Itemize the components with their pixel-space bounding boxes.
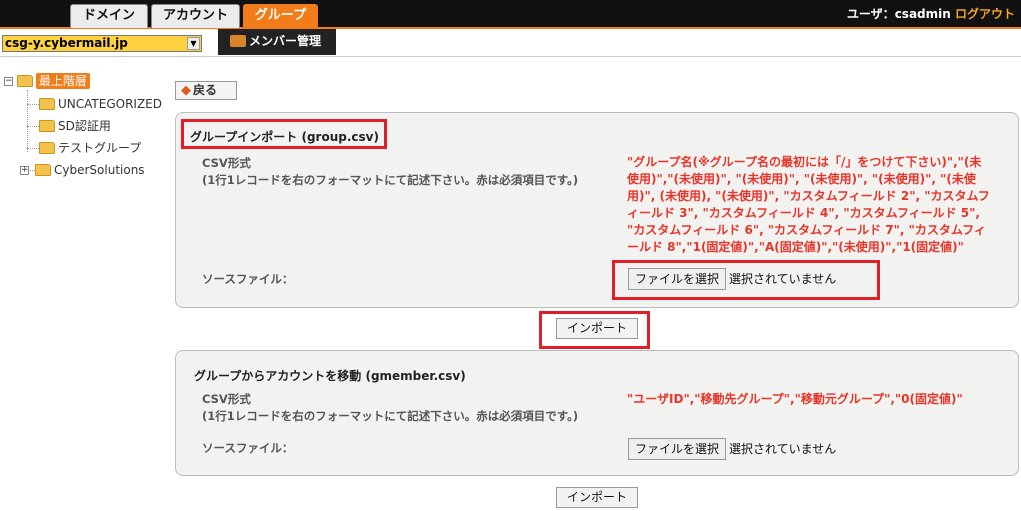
tree-item-label[interactable]: UNCATEGORIZED [58,97,162,111]
arrow-left-icon: ◆ [181,83,191,98]
tree-item[interactable]: UNCATEGORIZED [39,95,162,113]
collapse-icon[interactable]: − [4,77,13,86]
csv-format-line: ールド 8","1(固定値)","A(固定値)","(未使用)","1(固定値)… [627,240,964,254]
tree-connector [27,148,39,149]
back-button[interactable]: ◆ 戻る [175,81,237,100]
highlight-box [612,260,880,300]
expand-icon[interactable]: + [20,166,29,175]
csv-format-note: (1行1レコードを右のフォーマットにて記述下さい。赤は必須項目です。) [202,409,579,423]
tree-item[interactable]: + CyberSolutions [20,161,145,179]
tree-item-label[interactable]: SD認証用 [58,119,111,133]
highlight-box [539,311,650,349]
folder-icon [39,142,55,154]
csv-format-line: "グループ名(※グループ名の最初には「/」をつけて下さい)","(未 [627,155,982,169]
tab-domain[interactable]: ドメイン [70,4,148,28]
highlight-box [181,119,387,149]
tree-root-label[interactable]: 最上階層 [35,73,90,89]
no-file-selected-text: 選択されていません [729,442,837,456]
chevron-down-icon[interactable]: ▼ [187,37,200,50]
member-import-button[interactable]: インポート [556,487,639,508]
source-file-label: ソースファイル： [202,272,294,286]
user-info: ユーザ：csadmin ログアウト [847,5,1015,22]
member-move-title: グループからアカウントを移動 (gmember.csv) [194,369,466,383]
folder-icon [39,120,55,132]
csv-format-note: (1行1レコードを右のフォーマットにて記述下さい。赤は必須項目です。) [202,173,579,187]
tab-group[interactable]: グループ [243,4,318,28]
tree-item-label[interactable]: CyberSolutions [54,163,145,177]
tab-account[interactable]: アカウント [151,4,240,28]
user-name: csadmin [894,7,951,21]
member-management-tab[interactable]: メンバー管理 [218,29,336,55]
tree-item[interactable]: SD認証用 [39,117,111,135]
back-button-label: 戻る [193,83,218,97]
tree-item-label[interactable]: テストグループ [58,141,141,155]
csv-format-line: "カスタムフィールド 6", "カスタムフィールド 7", "カスタムフィ [627,223,986,237]
tree-item[interactable]: テストグループ [39,139,141,157]
folder-icon [16,75,33,87]
csv-format-label: CSV形式 [202,392,251,406]
member-management-label: メンバー管理 [249,34,322,48]
folder-icon [39,98,55,110]
domain-select[interactable]: csg-y.cybermail.jp ▼ [2,35,202,52]
users-icon [230,35,246,47]
folder-icon [35,164,51,176]
csv-format-line: 使用)","(未使用)", "(未使用)", "(未使用)", "(未使用)",… [627,172,976,186]
tree-connector [27,104,39,105]
csv-format-label: CSV形式 [202,156,251,170]
tree-connector [27,90,28,152]
csv-format-line: "ユーザID","移動先グループ","移動元グループ","0(固定値)" [627,392,963,406]
csv-format-line: 用)", (未使用), "(未使用)", "カスタムフィールド 2", "カスタ… [627,189,990,203]
choose-file-button[interactable]: ファイルを選択 [628,438,727,460]
domain-select-value: csg-y.cybermail.jp [5,36,128,50]
csv-format-line: ィールド 3", "カスタムフィールド 4", "カスタムフィールド 5", [627,206,980,220]
tree-root[interactable]: − 最上階層 [4,72,90,90]
tree-connector [27,126,39,127]
user-prefix: ユーザ： [846,7,895,21]
source-file-label: ソースファイル： [202,441,294,455]
logout-link[interactable]: ログアウト [955,7,1015,21]
